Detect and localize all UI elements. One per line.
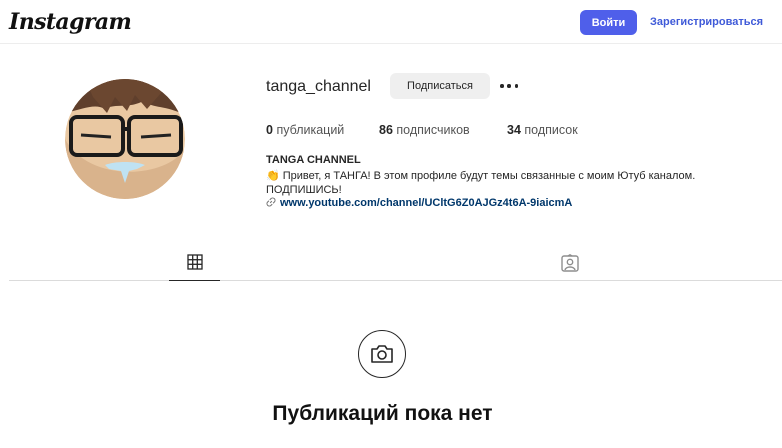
bio-line: ПОДПИШИСЬ!	[266, 184, 342, 196]
more-options-icon[interactable]	[500, 77, 518, 95]
profile-website-text: www.youtube.com/channel/UCltG6Z0AJGz4t6A…	[280, 197, 573, 209]
login-button[interactable]: Войти	[580, 10, 637, 35]
signup-link[interactable]: Зарегистрироваться	[650, 16, 763, 28]
bio-line: 👏 Привет, я ТАНГА! В этом профиле будут …	[266, 170, 696, 182]
tagged-icon	[561, 254, 579, 272]
tab-posts[interactable]	[169, 252, 220, 281]
profile-avatar[interactable]	[65, 79, 185, 199]
empty-state-camera	[358, 330, 406, 378]
top-navigation-bar: Instagram Войти Зарегистрироваться	[0, 0, 782, 44]
stat-following-label: подписок	[524, 123, 578, 137]
grid-icon	[186, 254, 203, 270]
stat-following[interactable]: 34 подписок	[507, 123, 578, 137]
link-icon	[266, 197, 276, 207]
follow-button[interactable]: Подписаться	[390, 73, 490, 99]
stat-followers-label: подписчиков	[396, 123, 470, 137]
stat-following-count: 34	[507, 123, 521, 137]
profile-full-name: TANGA CHANNEL	[266, 154, 361, 166]
stat-followers[interactable]: 86 подписчиков	[379, 123, 470, 137]
instagram-logo[interactable]: Instagram	[9, 9, 132, 35]
tabs-divider	[9, 280, 782, 281]
stat-posts-label: публикаций	[276, 123, 345, 137]
stat-posts: 0 публикаций	[266, 123, 344, 137]
stat-followers-count: 86	[379, 123, 393, 137]
stat-posts-count: 0	[266, 123, 273, 137]
profile-username: tanga_channel	[266, 78, 371, 95]
tab-tagged[interactable]	[559, 254, 581, 274]
empty-state-title: Публикаций пока нет	[272, 402, 493, 425]
profile-bio: 👏 Привет, я ТАНГА! В этом профиле будут …	[266, 169, 726, 197]
profile-website-link[interactable]: www.youtube.com/channel/UCltG6Z0AJGz4t6A…	[266, 197, 572, 209]
camera-icon	[371, 345, 393, 363]
